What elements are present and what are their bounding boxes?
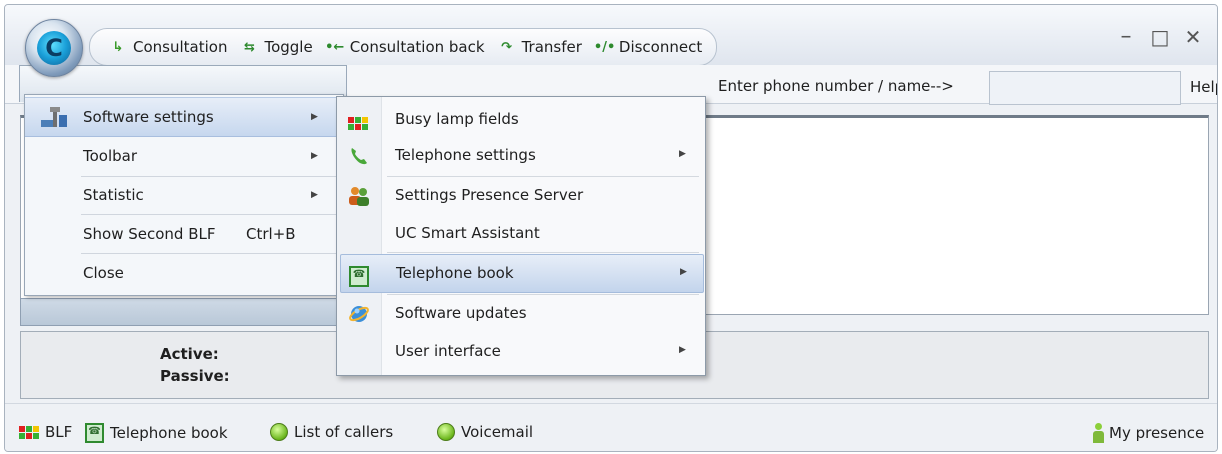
settings-tools-icon [41,107,67,127]
submenu-item-telephone-book[interactable]: ☎ Telephone book ▶ [340,254,704,293]
submenu-item-software-updates[interactable]: Software updates [337,295,705,332]
maximize-button[interactable]: □ [1146,23,1174,51]
consultation-button[interactable]: ↳ Consultation [108,38,228,56]
my-presence-button[interactable]: My presence [1093,423,1204,443]
app-logo-icon: C [37,31,71,65]
consultation-back-icon: •← [325,39,345,55]
menu-separator [387,252,699,253]
menu-item-software-settings[interactable]: Software settings ▶ [25,97,343,137]
minimize-button[interactable]: – [1112,23,1140,51]
voicemail-button[interactable]: Voicemail [437,423,533,441]
close-button[interactable]: ✕ [1179,23,1207,51]
phone-search-input[interactable] [989,71,1181,105]
transfer-button[interactable]: ↷ Transfer [497,38,582,56]
phone-handset-icon [351,148,367,165]
phone-search-label: Enter phone number / name--> [718,77,954,95]
presence-users-icon [349,187,369,206]
list-of-callers-button[interactable]: List of callers [270,423,393,441]
transfer-icon: ↷ [501,39,513,55]
consultation-back-button[interactable]: •← Consultation back [325,38,484,56]
globe-update-icon [349,306,369,322]
menu-item-show-second-blf[interactable]: Show Second BLF Ctrl+B [25,215,343,253]
submenu-arrow-icon: ▶ [311,151,318,161]
shortcut-label: Ctrl+B [246,225,296,243]
software-settings-submenu: Busy lamp fields Telephone settings ▶ Se… [336,96,706,376]
submenu-item-telephone-settings[interactable]: Telephone settings ▶ [337,137,705,174]
voicemail-icon [437,423,455,441]
telephone-book-button[interactable]: ☎ Telephone book [85,423,228,443]
submenu-arrow-icon: ▶ [679,149,686,159]
toggle-icon: ⇆ [244,39,255,55]
disconnect-icon: •/• [593,39,616,55]
submenu-item-settings-presence-server[interactable]: Settings Presence Server [337,177,705,214]
submenu-item-uc-smart-assistant[interactable]: UC Smart Assistant [337,215,705,252]
help-button[interactable]: Help [1190,78,1217,96]
blf-button[interactable]: BLF [19,423,72,441]
quick-access-toolbar: ↳ Consultation ⇆ Toggle •← Consultation … [89,28,718,66]
toggle-button[interactable]: ⇆ Toggle [239,38,313,56]
blf-icon [19,425,39,439]
active-label: Active: [160,345,219,363]
menu-item-statistic[interactable]: Statistic ▶ [25,176,343,214]
submenu-arrow-icon: ▶ [680,267,687,277]
passive-label: Passive: [160,367,230,385]
list-of-callers-icon [270,423,288,441]
menu-item-toolbar[interactable]: Toolbar ▶ [25,137,343,175]
menu-footer [20,298,347,326]
app-orb-button[interactable]: C [25,19,83,77]
submenu-item-busy-lamp-fields[interactable]: Busy lamp fields [337,101,705,138]
submenu-arrow-icon: ▶ [679,345,686,355]
consultation-icon: ↳ [112,39,124,55]
disconnect-button[interactable]: •/• Disconnect [594,38,702,56]
submenu-item-user-interface[interactable]: User interface ▶ [337,333,705,370]
busy-lamp-icon [348,109,370,131]
presence-person-icon [1093,423,1104,443]
app-main-menu: Software settings ▶ Toolbar ▶ Statistic … [24,94,344,296]
submenu-arrow-icon: ▶ [311,112,318,122]
submenu-arrow-icon: ▶ [311,190,318,200]
telephone-book-icon: ☎ [85,423,104,443]
menu-item-close[interactable]: Close [25,254,343,292]
telephone-book-icon: ☎ [349,263,371,287]
